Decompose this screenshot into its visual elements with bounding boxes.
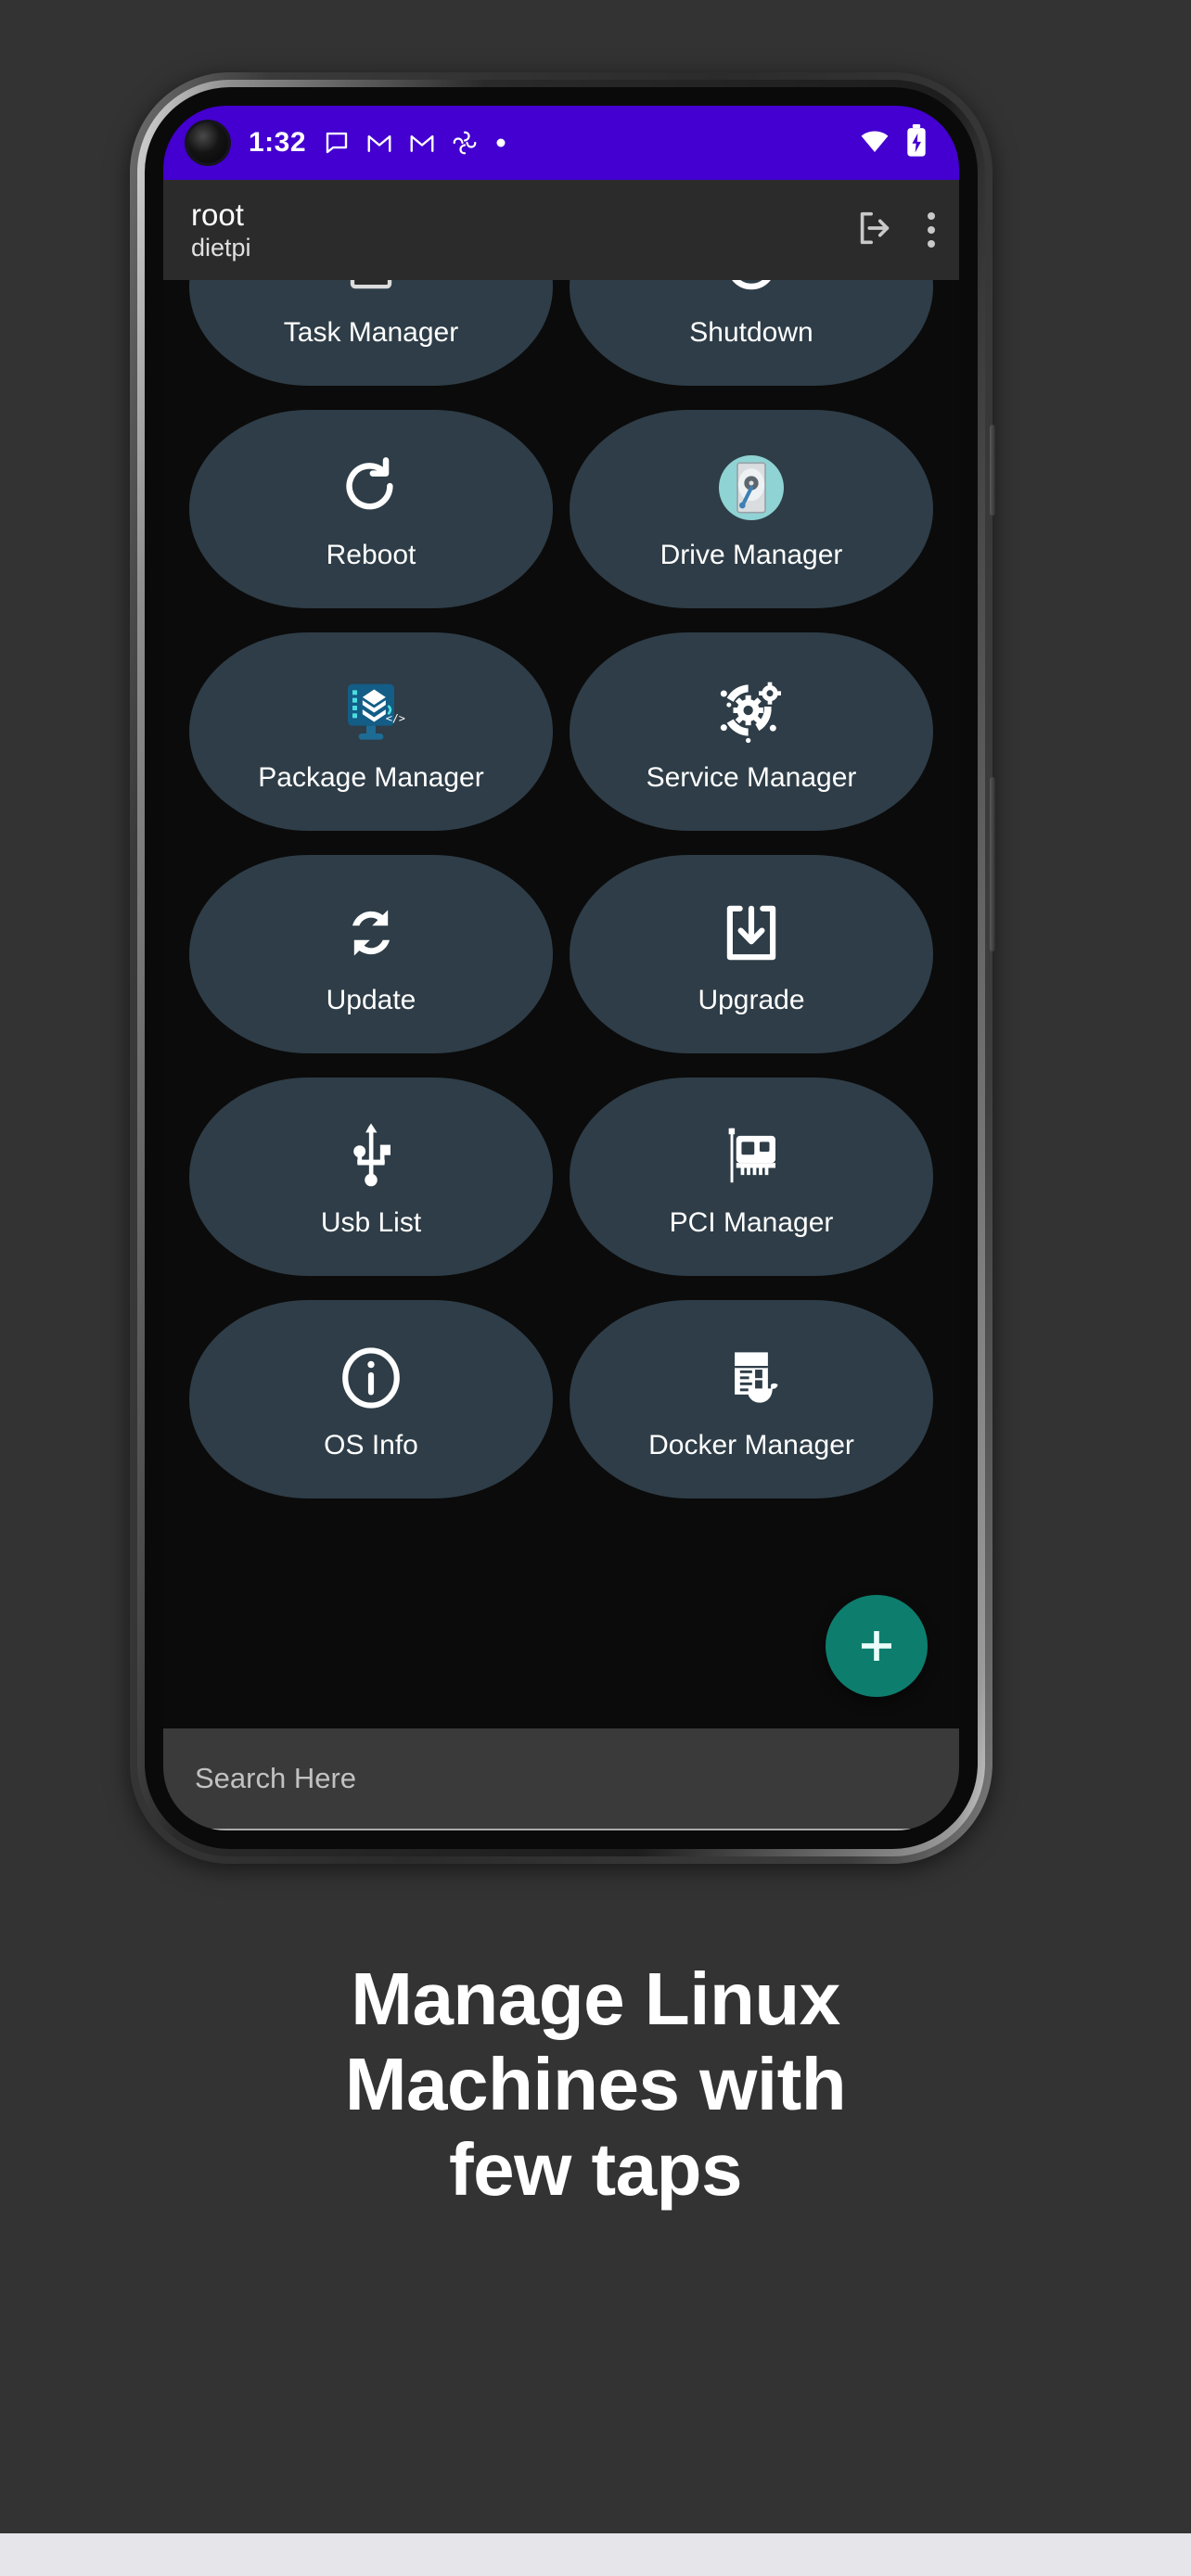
poster-root: 1:32 root dietpi Task Manager Shutdown R…	[0, 0, 1191, 2576]
front-camera-punch-hole	[187, 122, 228, 163]
app-bar: root dietpi	[163, 180, 959, 280]
tile-task-manager[interactable]: Task Manager	[189, 280, 553, 386]
tile-docker-manager[interactable]: Docker Manager	[570, 1300, 933, 1498]
dashboard-content: Task Manager Shutdown Reboot Drive Manag…	[163, 280, 959, 1728]
plus-icon	[862, 1631, 891, 1661]
tile-label: Drive Manager	[660, 540, 843, 570]
info-icon	[337, 1337, 405, 1419]
tile-os-info[interactable]: OS Info	[189, 1300, 553, 1498]
dot-icon	[493, 135, 508, 150]
status-bar-time: 1:32	[249, 127, 307, 158]
headline-line-2: Machines with	[344, 2043, 847, 2125]
tile-label: PCI Manager	[669, 1207, 834, 1238]
gmail-icon	[408, 129, 436, 157]
tile-label: Usb List	[320, 1207, 422, 1238]
download-box-icon	[717, 892, 786, 974]
tile-upgrade[interactable]: Upgrade	[570, 855, 933, 1053]
package-manager-icon: </>	[334, 670, 408, 751]
chat-bubble-icon	[323, 129, 351, 157]
tile-label: Update	[326, 985, 416, 1015]
headline-line-3: few taps	[448, 2128, 743, 2211]
poster-footer-strip	[0, 2533, 1191, 2576]
search-bar[interactable]	[163, 1728, 959, 1830]
tile-label: Shutdown	[689, 317, 813, 348]
google-photos-icon	[451, 129, 479, 157]
volume-button[interactable]	[990, 777, 995, 951]
tile-pci-manager[interactable]: PCI Manager	[570, 1078, 933, 1276]
sync-icon	[337, 892, 405, 974]
logout-button[interactable]	[853, 207, 896, 254]
tile-shutdown[interactable]: Shutdown	[570, 280, 933, 386]
more-options-icon	[928, 212, 935, 248]
hard-drive-icon	[714, 447, 788, 529]
tile-label: Reboot	[326, 540, 416, 570]
phone-mockup: 1:32 root dietpi Task Manager Shutdown R…	[130, 72, 995, 1864]
tile-label: Package Manager	[258, 762, 484, 793]
wifi-icon	[859, 125, 890, 161]
page-subtitle: dietpi	[191, 234, 251, 261]
tile-label: Upgrade	[698, 985, 805, 1015]
status-bar-notification-icons	[323, 129, 508, 157]
phone-screen: 1:32 root dietpi Task Manager Shutdown R…	[163, 106, 959, 1830]
tile-label: OS Info	[324, 1430, 418, 1460]
refresh-icon	[337, 447, 405, 529]
app-bar-titles: root dietpi	[191, 198, 251, 262]
battery-charging-icon	[905, 123, 928, 162]
service-gears-icon	[714, 670, 788, 751]
pci-card-icon	[715, 1115, 788, 1196]
tile-package-manager[interactable]: </> Package Manager	[189, 632, 553, 831]
headline-line-1: Manage Linux	[351, 1958, 840, 2040]
page-title: root	[191, 198, 244, 232]
status-bar: 1:32	[163, 106, 959, 180]
gmail-icon	[365, 129, 393, 157]
feature-grid: Task Manager Shutdown Reboot Drive Manag…	[163, 280, 959, 1498]
docker-whale-icon	[715, 1337, 788, 1419]
power-icon	[717, 280, 786, 306]
tile-drive-manager[interactable]: Drive Manager	[570, 410, 933, 608]
logout-icon	[853, 207, 896, 254]
tile-reboot[interactable]: Reboot	[189, 410, 553, 608]
tile-service-manager[interactable]: Service Manager	[570, 632, 933, 831]
more-options-button[interactable]	[928, 212, 935, 248]
status-bar-system-icons	[859, 123, 928, 162]
tile-label: Docker Manager	[648, 1430, 854, 1460]
svg-text:</>: </>	[386, 712, 405, 725]
task-manager-icon	[337, 280, 405, 306]
search-input[interactable]	[195, 1762, 928, 1795]
usb-icon	[337, 1115, 405, 1196]
tile-label: Service Manager	[646, 762, 857, 793]
add-connection-button[interactable]	[826, 1595, 928, 1697]
tile-update[interactable]: Update	[189, 855, 553, 1053]
tile-usb-list[interactable]: Usb List	[189, 1078, 553, 1276]
poster-headline: Manage Linux Machines with few taps	[0, 1957, 1191, 2213]
tile-label: Task Manager	[283, 317, 459, 348]
app-bar-actions	[853, 207, 935, 254]
power-button[interactable]	[990, 425, 995, 516]
